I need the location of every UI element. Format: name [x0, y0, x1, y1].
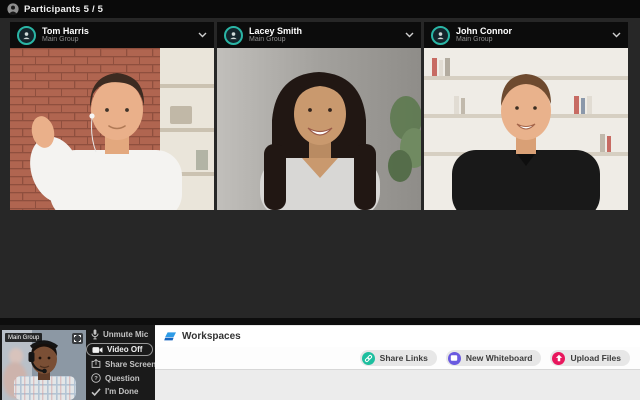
meeting-app: Participants 5 / 5 Tom Harris Main Group: [0, 0, 640, 400]
workspaces-panel: Workspaces Share Links: [155, 325, 640, 400]
workspaces-icon: [164, 331, 177, 342]
video-tile-lacey-smith: Lacey Smith Main Group: [217, 22, 421, 210]
participant-group: Main Group: [456, 36, 512, 44]
share-screen-button[interactable]: Share Screen: [86, 358, 155, 370]
chevron-down-icon[interactable]: [198, 32, 207, 38]
control-label: Unmute Mic: [103, 330, 148, 339]
workspaces-content-area: [155, 370, 640, 400]
button-label: New Whiteboard: [466, 353, 533, 363]
control-label: Video Off: [107, 345, 142, 354]
call-controls: Unmute Mic Video Off: [86, 327, 155, 398]
chevron-down-icon[interactable]: [405, 32, 414, 38]
tile-header: John Connor Main Group: [424, 22, 628, 48]
video-camera-icon: [92, 346, 103, 354]
button-label: Share Links: [380, 353, 428, 363]
new-whiteboard-button[interactable]: New Whiteboard: [446, 350, 542, 366]
upload-icon: [552, 352, 565, 365]
unmute-mic-button[interactable]: Unmute Mic: [86, 328, 155, 341]
participant-group: Main Group: [42, 36, 89, 44]
im-done-button[interactable]: I'm Done: [86, 386, 155, 397]
tile-header: Tom Harris Main Group: [10, 22, 214, 48]
video-tile-john-connor: John Connor Main Group: [424, 22, 628, 210]
workspaces-title: Workspaces: [182, 331, 241, 342]
link-icon: [362, 352, 375, 365]
chevron-down-icon[interactable]: [612, 32, 621, 38]
share-links-button[interactable]: Share Links: [360, 350, 437, 366]
workspaces-header: Workspaces: [155, 326, 640, 347]
participant-avatar: [224, 26, 243, 45]
participant-name: John Connor: [456, 26, 512, 36]
self-panel: Main Group Unmute Mic: [0, 325, 155, 400]
participant-group: Main Group: [249, 36, 302, 44]
control-label: Share Screen: [105, 360, 156, 369]
question-button[interactable]: ? Question: [86, 372, 155, 384]
participant-avatar: [431, 26, 450, 45]
self-group-badge: Main Group: [5, 333, 42, 342]
self-video: Main Group: [2, 330, 86, 400]
whiteboard-icon: [448, 352, 461, 365]
upload-files-button[interactable]: Upload Files: [550, 350, 630, 366]
video-grid: Tom Harris Main Group: [10, 22, 628, 210]
control-label: Question: [105, 374, 140, 383]
video-feed-john-connor: [424, 48, 628, 210]
share-screen-icon: [91, 359, 101, 369]
video-tile-tom-harris: Tom Harris Main Group: [10, 22, 214, 210]
participant-name: Tom Harris: [42, 26, 89, 36]
participants-bar[interactable]: Participants 5 / 5: [0, 0, 640, 18]
bottom-bar: Main Group Unmute Mic: [0, 318, 640, 400]
video-off-button[interactable]: Video Off: [86, 343, 153, 356]
svg-text:?: ?: [94, 376, 98, 382]
button-label: Upload Files: [570, 353, 621, 363]
expand-icon[interactable]: [72, 333, 83, 344]
tile-header: Lacey Smith Main Group: [217, 22, 421, 48]
mic-icon: [91, 329, 99, 340]
participant-avatar: [17, 26, 36, 45]
participant-icon: [7, 3, 19, 15]
question-icon: ?: [91, 373, 101, 383]
video-feed-lacey-smith: [217, 48, 421, 210]
check-icon: [91, 388, 101, 396]
participant-name: Lacey Smith: [249, 26, 302, 36]
workspaces-actions: Share Links New Whiteboard Upload Files: [155, 347, 640, 370]
control-label: I'm Done: [105, 387, 138, 396]
participants-count-label: Participants 5 / 5: [24, 4, 103, 15]
video-feed-tom-harris: [10, 48, 214, 210]
